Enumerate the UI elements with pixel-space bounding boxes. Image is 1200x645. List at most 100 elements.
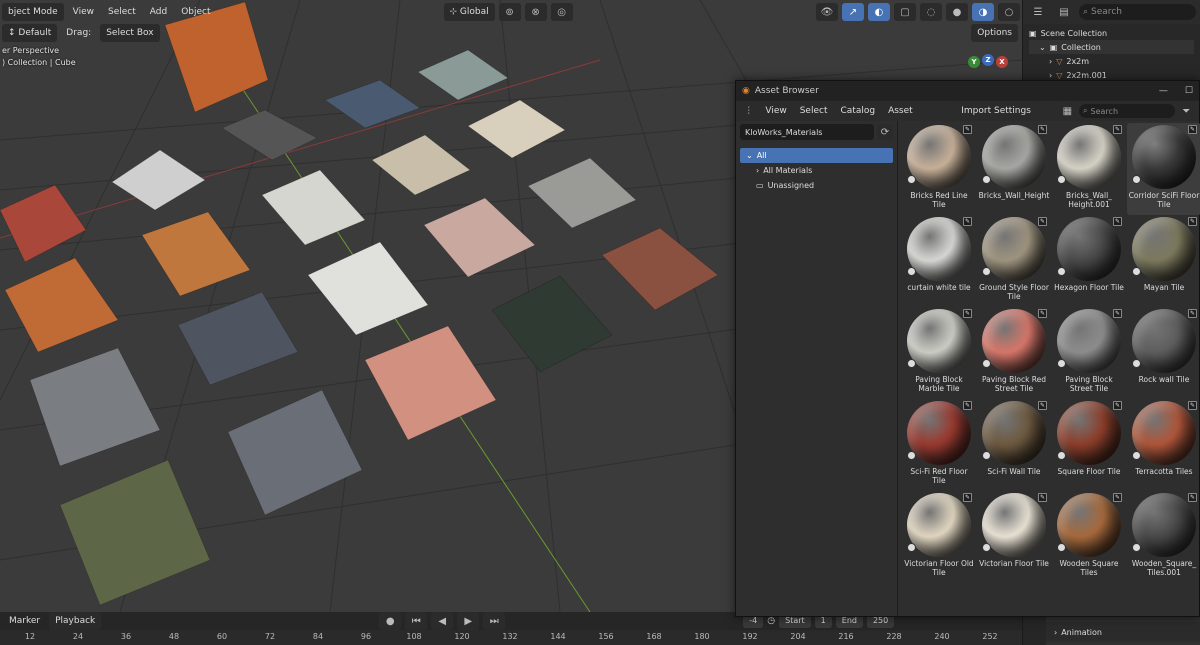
asset-item[interactable]: ✎ Paving Block Marble Tile (902, 307, 976, 399)
pivot-icon[interactable]: ⊚ (498, 3, 521, 21)
catalog-unassigned[interactable]: ▭ Unassigned (740, 178, 893, 193)
options-button[interactable]: Options (971, 24, 1018, 42)
timeline-tick-label: 24 (72, 632, 84, 641)
asset-search-input[interactable]: ⌕ Search (1079, 104, 1175, 118)
gizmo-toggle-icon[interactable]: ↗ (842, 3, 864, 21)
ab-menu-catalog[interactable]: Catalog (835, 106, 880, 116)
play-icon[interactable]: ▶ (457, 612, 480, 630)
edit-icon[interactable]: ✎ (963, 125, 972, 134)
asset-item[interactable]: ✎ Paving Block Red Street Tile (977, 307, 1051, 399)
asset-item-selected[interactable]: ✎ Corridor SciFi Floor Tile (1127, 123, 1200, 215)
asset-item[interactable]: ✎ Ground Style Floor Tile (977, 215, 1051, 307)
gizmo-y-axis[interactable]: Y (968, 56, 980, 68)
orientation-preset[interactable]: ↕ Default (2, 24, 58, 42)
menu-view[interactable]: View (68, 7, 99, 17)
asset-item[interactable]: ✎ Wooden Square Tiles (1052, 491, 1126, 583)
asset-item[interactable]: ✎ Mayan Tile (1127, 215, 1200, 307)
edit-icon[interactable]: ✎ (963, 217, 972, 226)
asset-library-dropdown[interactable]: KloWorks_Materials (740, 124, 874, 140)
asset-item[interactable]: ✎ Victorian Floor Tile (977, 491, 1051, 583)
catalog-all[interactable]: ⌄ All (740, 148, 893, 163)
ab-menu-view[interactable]: View (760, 106, 791, 116)
asset-item[interactable]: ✎ Rock wall Tile (1127, 307, 1200, 399)
gizmo-x-axis[interactable]: X (996, 56, 1008, 68)
ab-menu-asset[interactable]: Asset (883, 106, 918, 116)
edit-icon[interactable]: ✎ (1113, 217, 1122, 226)
asset-item[interactable]: ✎ curtain white tile (902, 215, 976, 307)
edit-icon[interactable]: ✎ (963, 309, 972, 318)
marker-menu[interactable]: Marker (4, 616, 45, 626)
display-mode-icon[interactable]: ▤ (1053, 3, 1075, 21)
tile-pink-bricks (423, 197, 536, 278)
drag-select-dropdown[interactable]: Select Box (100, 24, 160, 42)
mode-selector[interactable]: bject Mode (2, 3, 64, 21)
asset-item[interactable]: ✎ Hexagon Floor Tile (1052, 215, 1126, 307)
menu-select[interactable]: Select (103, 7, 141, 17)
edit-icon[interactable]: ✎ (963, 493, 972, 502)
rendered-shading-icon[interactable]: ○ (998, 3, 1020, 21)
gizmo-z-axis[interactable]: Z (982, 54, 994, 66)
editor-type-icon[interactable]: ☰ (1027, 3, 1049, 21)
animation-panel-header[interactable]: › Animation (1046, 622, 1200, 642)
catalog-all-materials[interactable]: › All Materials (740, 163, 893, 178)
transform-orientation-dropdown[interactable]: ⊹ Global (443, 3, 495, 21)
edit-icon[interactable]: ✎ (1188, 125, 1197, 134)
asset-item[interactable]: ✎ Sci-Fi Red Floor Tile (902, 399, 976, 491)
asset-item[interactable]: ✎ Sci-Fi Wall Tile (977, 399, 1051, 491)
edit-icon[interactable]: ✎ (1038, 217, 1047, 226)
asset-name: Paving Block Street Tile (1065, 375, 1113, 393)
edit-icon[interactable]: ✎ (1113, 125, 1122, 134)
display-grid-icon[interactable]: ▦ (1058, 102, 1077, 120)
asset-item[interactable]: ✎ Victorian Floor Old Tile (902, 491, 976, 583)
proportional-edit-icon[interactable]: ◎ (550, 3, 573, 21)
jump-end-icon[interactable]: ⏭ (483, 612, 506, 630)
edit-icon[interactable]: ✎ (1038, 401, 1047, 410)
edit-icon[interactable]: ✎ (1188, 401, 1197, 410)
asset-item[interactable]: ✎ Bricks_Wall_Height (977, 123, 1051, 215)
asset-item[interactable]: ✎ Paving Block Street Tile (1052, 307, 1126, 399)
edit-icon[interactable]: ✎ (963, 401, 972, 410)
jump-start-icon[interactable]: ⏮ (405, 612, 428, 630)
playback-menu[interactable]: Playback (49, 612, 102, 630)
asset-item[interactable]: ✎ Wooden_Square_ Tiles.001 (1127, 491, 1200, 583)
scene-collection-row[interactable]: ▣ Scene Collection (1029, 26, 1194, 40)
solid-shading-icon[interactable]: ● (946, 3, 968, 21)
edit-icon[interactable]: ✎ (1038, 125, 1047, 134)
filter-icon[interactable]: ⏷ (1177, 102, 1195, 120)
play-reverse-icon[interactable]: ◀ (431, 612, 454, 630)
asset-name: Bricks_Wall_ Height.001 (1066, 191, 1112, 209)
wireframe-shading-icon[interactable]: ◌ (920, 3, 942, 21)
import-settings-dropdown[interactable]: Import Settings (955, 102, 1037, 120)
asset-item[interactable]: ✎ Terracotta Tiles (1127, 399, 1200, 491)
ab-menu-select[interactable]: Select (795, 106, 833, 116)
edit-icon[interactable]: ✎ (1113, 401, 1122, 410)
edit-icon[interactable]: ✎ (1113, 309, 1122, 318)
edit-icon[interactable]: ✎ (1188, 309, 1197, 318)
outliner-item[interactable]: › ▽ 2x2m (1029, 54, 1194, 68)
edit-icon[interactable]: ✎ (1113, 493, 1122, 502)
collection-row[interactable]: ⌄ ▣ Collection (1029, 40, 1194, 54)
xray-icon[interactable]: ▢ (894, 3, 916, 21)
asset-item[interactable]: ✎ Bricks_Wall_ Height.001 (1052, 123, 1126, 215)
minimize-icon[interactable]: — (1159, 86, 1168, 96)
edit-icon[interactable]: ✎ (1188, 217, 1197, 226)
edit-icon[interactable]: ✎ (1038, 493, 1047, 502)
edit-icon[interactable]: ✎ (1038, 309, 1047, 318)
edit-icon[interactable]: ✎ (1188, 493, 1197, 502)
tile-victorian-1 (467, 99, 566, 159)
menu-object[interactable]: Object (176, 7, 215, 17)
asset-item[interactable]: ✎ Bricks Red Line Tile (902, 123, 976, 215)
navigation-gizmo[interactable]: Y Z X (960, 50, 1020, 80)
asset-item[interactable]: ✎ Square Floor Tile (1052, 399, 1126, 491)
menu-add[interactable]: Add (145, 7, 172, 17)
snap-icon[interactable]: ⊗ (524, 3, 547, 21)
refresh-icon[interactable]: ⟳ (877, 124, 893, 140)
timeline-ruler[interactable]: 12 24 36 48 60 72 84 96 108 120 132 144 156 168 180 192… (0, 630, 1022, 645)
outliner-search[interactable]: ⌕ Search (1079, 4, 1196, 20)
material-shading-icon[interactable]: ◑ (972, 3, 994, 21)
overlay-toggle-icon[interactable]: ◐ (868, 3, 890, 21)
visibility-icon[interactable]: 👁 (816, 3, 838, 21)
record-icon[interactable]: ● (379, 612, 402, 630)
maximize-icon[interactable]: ☐ (1185, 86, 1193, 96)
asset-browser-editor-icon[interactable]: ⫶ (740, 102, 758, 120)
